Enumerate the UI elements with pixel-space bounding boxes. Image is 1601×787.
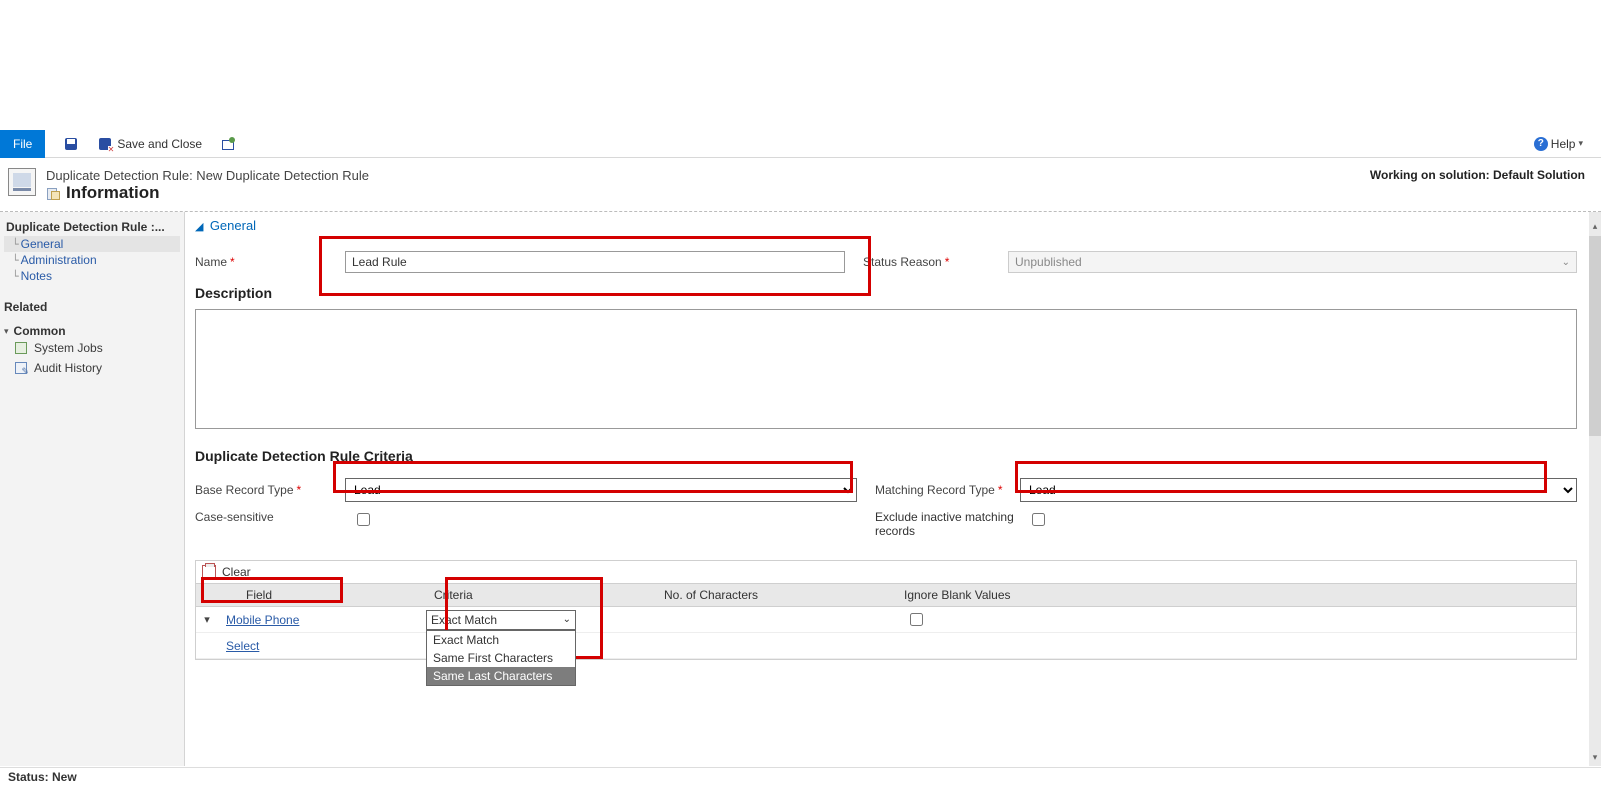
condition-row: ▾ Mobile Phone Exact Match ⌄ Exact Match… — [196, 607, 1576, 633]
scroll-down-button[interactable]: ▾ — [1589, 749, 1601, 765]
chevron-down-icon: ▾ — [1578, 138, 1583, 149]
label-status-reason: Status Reason* — [863, 255, 1008, 269]
col-blank: Ignore Blank Values — [896, 584, 1576, 606]
condition-field-link[interactable]: Mobile Phone — [226, 613, 299, 627]
ignore-blank-checkbox[interactable] — [910, 613, 923, 626]
description-field[interactable] — [195, 309, 1577, 429]
chevron-down-icon[interactable]: ▾ — [4, 326, 9, 337]
nav-item-administration[interactable]: └Administration — [4, 252, 180, 268]
select-field-link[interactable]: Select — [226, 639, 259, 653]
clear-icon — [202, 565, 216, 579]
base-record-type-select[interactable]: Lead — [345, 478, 857, 502]
conditions-header-row: Field Criteria No. of Characters Ignore … — [196, 583, 1576, 607]
condition-row-new: Select — [196, 633, 1576, 659]
conditions-grid: Clear Field Criteria No. of Characters I… — [195, 560, 1577, 660]
help-icon: ? — [1534, 137, 1548, 151]
label-exclude-inactive: Exclude inactive matching records — [875, 510, 1020, 538]
form-icon — [46, 186, 60, 200]
entity-icon — [8, 168, 36, 196]
scrollbar-thumb[interactable] — [1589, 236, 1601, 436]
page-title: Information — [66, 183, 160, 203]
nav-item-system-jobs[interactable]: System Jobs — [4, 338, 180, 358]
case-sensitive-checkbox[interactable] — [357, 513, 370, 526]
system-jobs-icon — [14, 341, 28, 355]
label-case-sensitive: Case-sensitive — [195, 510, 345, 524]
nav-item-audit-history[interactable]: Audit History — [4, 358, 180, 378]
matching-record-type-select[interactable]: Lead — [1020, 478, 1577, 502]
exclude-inactive-checkbox[interactable] — [1032, 513, 1045, 526]
form-area: ◢ General Name* Status Reason* Unpublish… — [185, 212, 1601, 766]
col-criteria: Criteria — [426, 584, 656, 606]
col-chars: No. of Characters — [656, 584, 896, 606]
scroll-up-button[interactable]: ▴ — [1589, 218, 1601, 234]
criteria-dropdown: Exact MatchSame First CharactersSame Las… — [426, 630, 576, 686]
status-bar: Status: New — [0, 767, 1601, 787]
section-general-header[interactable]: ◢ General — [195, 218, 1577, 233]
chevron-down-icon: ⌄ — [1562, 257, 1570, 268]
chevron-down-icon: ⌄ — [563, 614, 571, 625]
nav-related-heading: Related — [4, 300, 180, 314]
help-label: Help — [1551, 137, 1576, 151]
entity-breadcrumb: Duplicate Detection Rule: New Duplicate … — [46, 168, 369, 183]
collapse-icon: ◢ — [195, 221, 203, 233]
publish-icon — [220, 136, 236, 152]
save-close-icon — [97, 136, 113, 152]
nav-common-heading: Common — [14, 324, 66, 338]
entity-header: Duplicate Detection Rule: New Duplicate … — [0, 158, 1601, 212]
row-menu-toggle[interactable]: ▾ — [196, 613, 218, 626]
nav-item-notes[interactable]: └Notes — [4, 268, 180, 284]
audit-history-icon — [14, 361, 28, 375]
save-close-label: Save and Close — [117, 137, 202, 151]
help-menu[interactable]: ? Help ▾ — [1534, 137, 1583, 151]
ribbon-toolbar: File Save and Close ? Help ▾ — [0, 130, 1601, 158]
file-tab[interactable]: File — [0, 130, 45, 158]
name-field[interactable] — [345, 251, 845, 273]
label-name: Name* — [195, 255, 345, 269]
save-icon — [63, 136, 79, 152]
col-field: Field — [196, 584, 426, 606]
save-and-close-button[interactable]: Save and Close — [93, 134, 206, 154]
nav-item-general[interactable]: └General — [4, 236, 180, 252]
save-button[interactable] — [59, 134, 83, 154]
criteria-select[interactable]: Exact Match ⌄ — [426, 610, 576, 630]
solution-context: Working on solution: Default Solution — [1370, 168, 1585, 182]
publish-button[interactable] — [216, 134, 240, 154]
criteria-option[interactable]: Same First Characters — [427, 649, 575, 667]
label-matching-record-type: Matching Record Type* — [875, 483, 1020, 497]
clear-button[interactable]: Clear — [222, 565, 251, 579]
left-nav: Duplicate Detection Rule :... └General └… — [0, 212, 185, 766]
nav-heading: Duplicate Detection Rule :... — [4, 218, 180, 236]
label-description: Description — [195, 285, 1577, 301]
criteria-section-header: Duplicate Detection Rule Criteria — [195, 448, 1577, 464]
status-reason-field[interactable]: Unpublished ⌄ — [1008, 251, 1577, 273]
label-base-record-type: Base Record Type* — [195, 483, 345, 497]
criteria-option[interactable]: Exact Match — [427, 631, 575, 649]
criteria-option[interactable]: Same Last Characters — [427, 667, 575, 685]
